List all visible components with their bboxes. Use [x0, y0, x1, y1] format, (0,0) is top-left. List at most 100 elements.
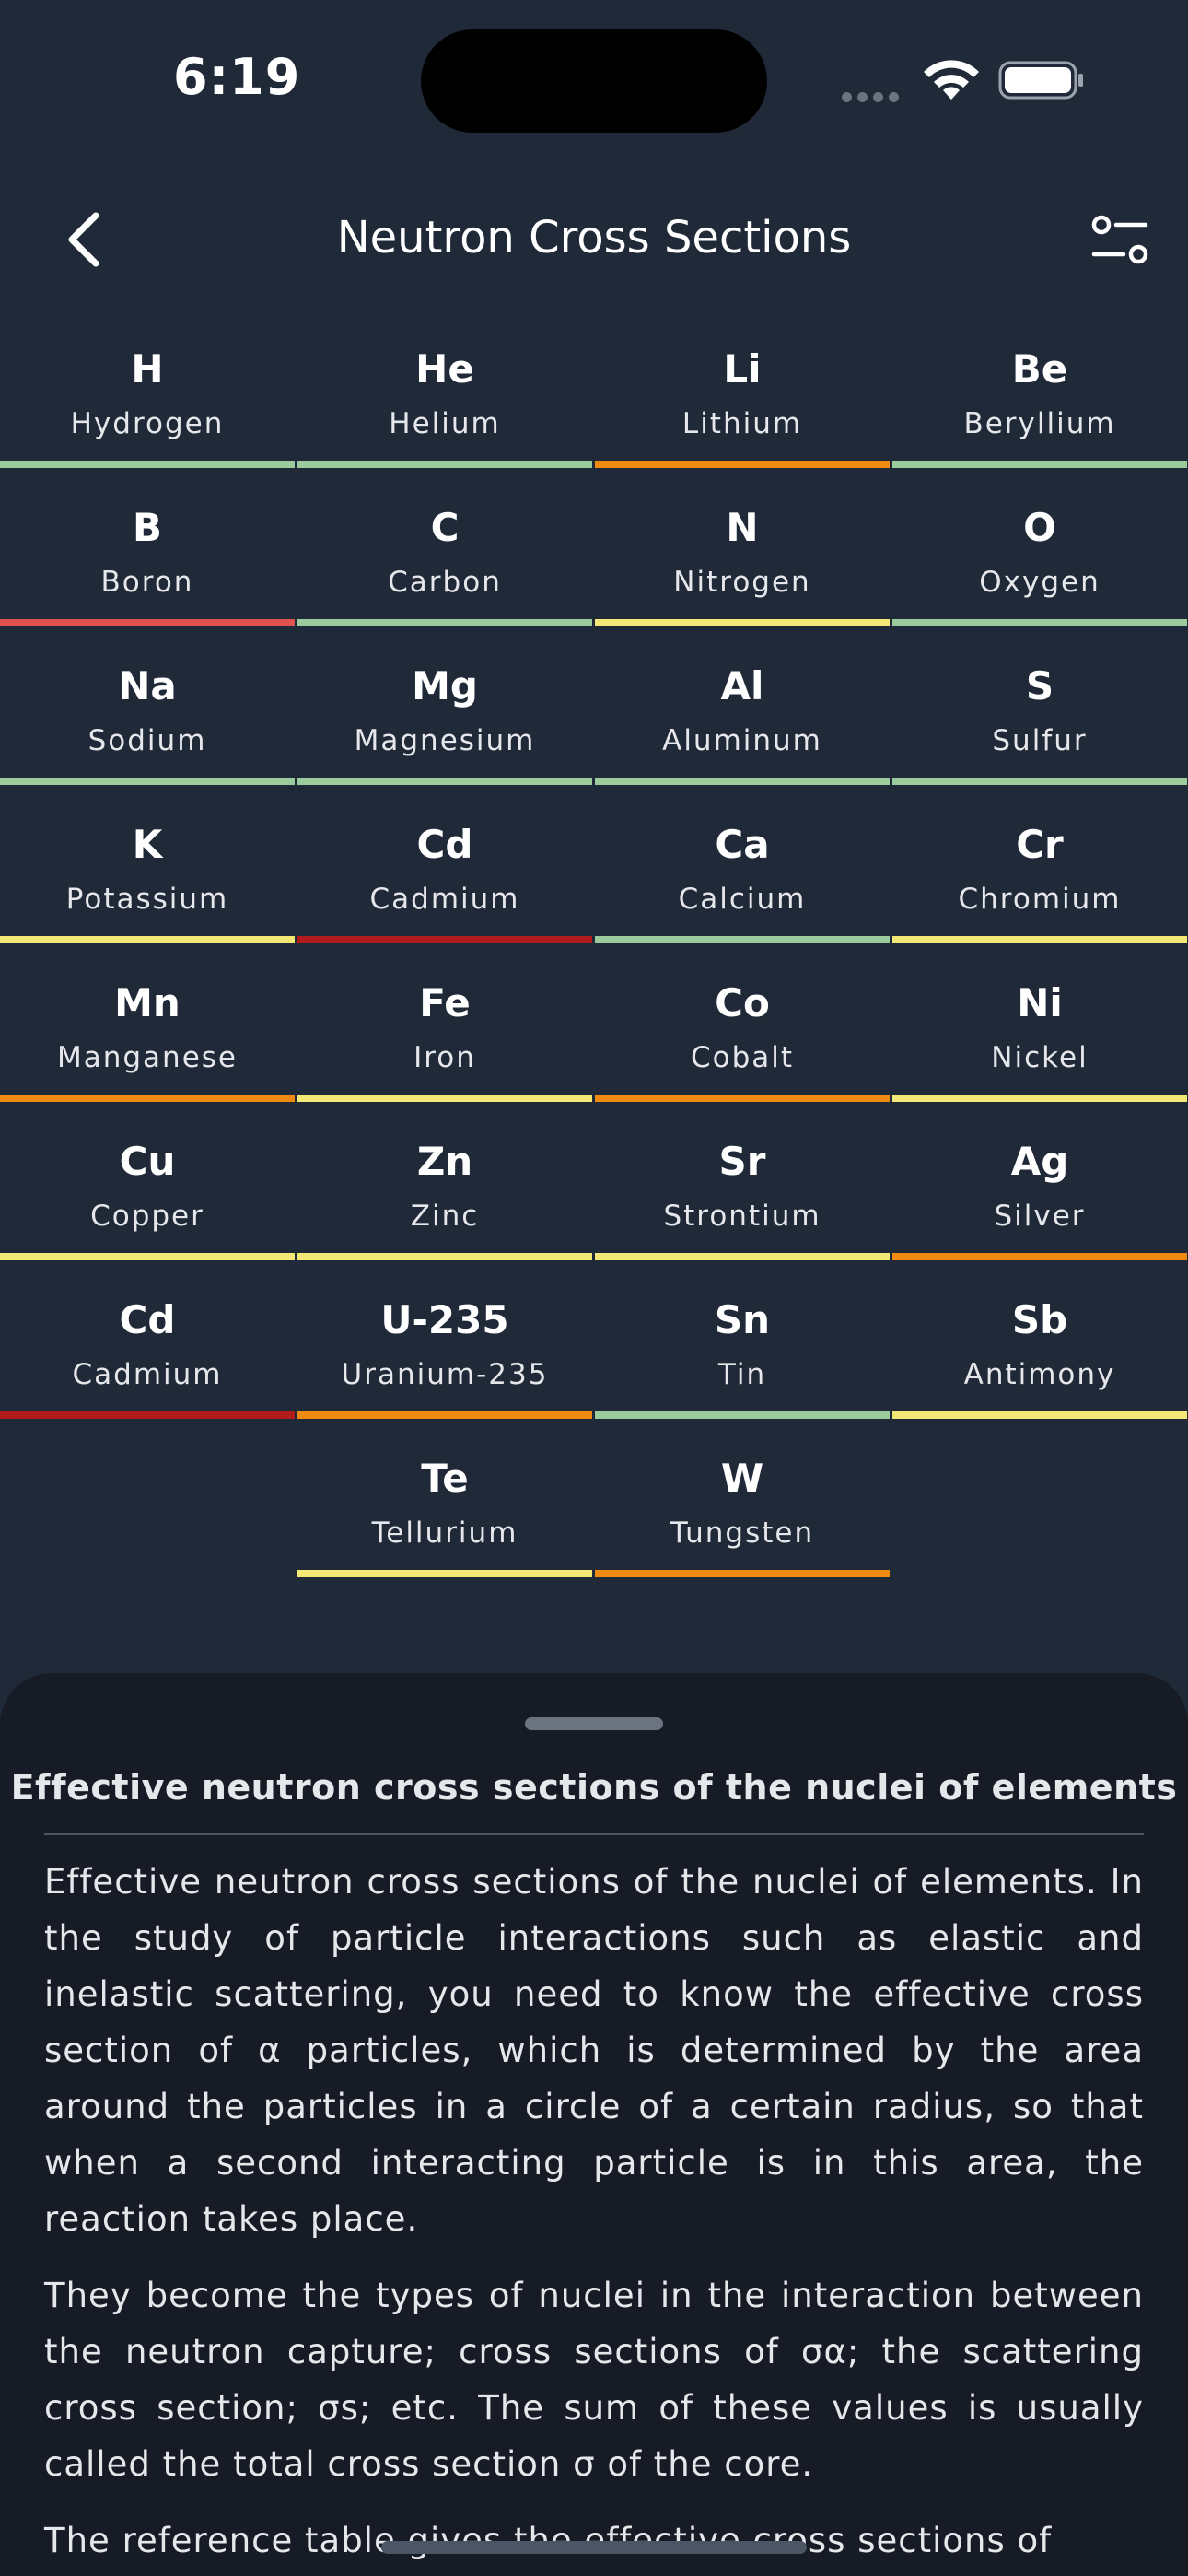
element-cell-sulfur[interactable]: S Sulfur — [892, 636, 1187, 794]
element-symbol: K — [132, 822, 163, 867]
element-cell-cadmium[interactable]: Cd Cadmium — [0, 1270, 295, 1428]
element-name: Sulfur — [992, 724, 1088, 757]
home-indicator[interactable] — [381, 2541, 807, 2554]
element-symbol: Te — [421, 1456, 469, 1501]
element-cell-helium[interactable]: He Helium — [297, 319, 592, 477]
element-cell-uranium-235[interactable]: U-235 Uranium-235 — [297, 1270, 592, 1428]
cross-section-level-bar — [0, 936, 295, 943]
element-name: Carbon — [388, 566, 502, 599]
cross-section-level-bar — [297, 1253, 592, 1260]
status-bar: 6:19 — [0, 0, 1188, 157]
cross-section-level-bar — [297, 1411, 592, 1419]
element-name: Oxygen — [979, 566, 1101, 599]
element-symbol: Ag — [1010, 1139, 1069, 1184]
element-cell-tungsten[interactable]: W Tungsten — [595, 1428, 890, 1587]
element-cell-magnesium[interactable]: Mg Magnesium — [297, 636, 592, 794]
element-name: Strontium — [663, 1200, 821, 1233]
cross-section-level-bar — [595, 1411, 890, 1419]
element-name: Hydrogen — [70, 407, 225, 440]
paragraph: They become the types of nuclei in the i… — [44, 2276, 1144, 2484]
element-cell-sodium[interactable]: Na Sodium — [0, 636, 295, 794]
element-cell-iron[interactable]: Fe Iron — [297, 953, 592, 1111]
element-name: Potassium — [65, 883, 229, 916]
element-cell-manganese[interactable]: Mn Manganese — [0, 953, 295, 1111]
element-symbol: Cr — [1016, 822, 1064, 867]
divider — [44, 1833, 1144, 1835]
element-cell-zinc[interactable]: Zn Zinc — [297, 1111, 592, 1270]
element-cell-nitrogen[interactable]: N Nitrogen — [595, 477, 890, 636]
element-symbol: He — [415, 346, 474, 392]
element-cell-beryllium[interactable]: Be Beryllium — [892, 319, 1187, 477]
element-name: Zinc — [410, 1200, 480, 1233]
element-symbol: Na — [118, 663, 177, 708]
element-cell-aluminum[interactable]: Al Aluminum — [595, 636, 890, 794]
cross-section-level-bar — [595, 936, 890, 943]
element-cell-hydrogen[interactable]: H Hydrogen — [0, 319, 295, 477]
element-symbol: Ca — [715, 822, 770, 867]
element-cell-lithium[interactable]: Li Lithium — [595, 319, 890, 477]
battery-icon — [998, 61, 1083, 100]
dynamic-island — [421, 29, 767, 133]
element-cell-nickel[interactable]: Ni Nickel — [892, 953, 1187, 1111]
element-row: Cd Cadmium U-235 Uranium-235 Sn Tin Sb Antimony — [0, 1270, 1188, 1428]
cross-section-level-bar — [0, 1411, 295, 1419]
cross-section-level-bar — [297, 619, 592, 626]
element-symbol: Ni — [1017, 980, 1063, 1025]
cross-section-level-bar — [0, 778, 295, 785]
cross-section-level-bar — [297, 461, 592, 468]
element-name: Sodium — [87, 724, 207, 757]
cross-section-level-bar — [0, 1095, 295, 1102]
cross-section-level-bar — [595, 1570, 890, 1577]
element-name: Cobalt — [690, 1041, 795, 1074]
element-cell-potassium[interactable]: K Potassium — [0, 794, 295, 953]
cross-section-level-bar — [297, 778, 592, 785]
element-symbol: C — [430, 505, 460, 550]
element-symbol: H — [131, 346, 164, 392]
cross-section-level-bar — [595, 778, 890, 785]
element-cell-silver[interactable]: Ag Silver — [892, 1111, 1187, 1270]
filter-sliders-icon — [1091, 215, 1148, 264]
element-name: Chromium — [958, 883, 1122, 916]
element-symbol: Al — [720, 663, 764, 708]
element-cell-strontium[interactable]: Sr Strontium — [595, 1111, 890, 1270]
element-cell-cobalt[interactable]: Co Cobalt — [595, 953, 890, 1111]
element-cell-tin[interactable]: Sn Tin — [595, 1270, 890, 1428]
cross-section-level-bar — [595, 619, 890, 626]
element-name: Uranium-235 — [341, 1358, 549, 1391]
element-symbol: Sn — [714, 1297, 771, 1342]
element-cell-cadmium[interactable]: Cd Cadmium — [297, 794, 592, 953]
element-name: Tin — [717, 1358, 767, 1391]
element-row: Mn Manganese Fe Iron Co Cobalt Ni Nickel — [0, 953, 1188, 1111]
element-name: Tungsten — [670, 1516, 815, 1550]
element-cell-antimony[interactable]: Sb Antimony — [892, 1270, 1187, 1428]
cross-section-level-bar — [892, 1253, 1187, 1260]
element-row: K Potassium Cd Cadmium Ca Calcium Cr Chromium — [0, 794, 1188, 953]
element-cell-oxygen[interactable]: O Oxygen — [892, 477, 1187, 636]
sheet-title: Effective neutron cross sections of the … — [10, 1767, 1178, 1808]
element-symbol: O — [1023, 505, 1056, 550]
header: Neutron Cross Sections — [0, 184, 1188, 295]
element-symbol: U-235 — [380, 1297, 509, 1342]
element-cell-chromium[interactable]: Cr Chromium — [892, 794, 1187, 953]
element-row: Te Tellurium W Tungsten — [0, 1428, 1188, 1587]
sheet-drag-handle[interactable] — [525, 1717, 663, 1730]
filter-button[interactable] — [1087, 208, 1153, 275]
element-cell-tellurium[interactable]: Te Tellurium — [297, 1428, 592, 1587]
element-name: Beryllium — [963, 407, 1116, 440]
wifi-icon — [924, 60, 979, 100]
element-symbol: Cd — [416, 822, 473, 867]
element-name: Antimony — [963, 1358, 1116, 1391]
cross-section-level-bar — [297, 1570, 592, 1577]
element-name: Aluminum — [662, 724, 822, 757]
element-cell-boron[interactable]: B Boron — [0, 477, 295, 636]
element-symbol: Zn — [416, 1139, 473, 1184]
cross-section-level-bar — [892, 461, 1187, 468]
info-bottom-sheet[interactable]: Effective neutron cross sections of the … — [0, 1673, 1188, 2576]
element-row: H Hydrogen He Helium Li Lithium Be Beryllium — [0, 319, 1188, 477]
element-cell-carbon[interactable]: C Carbon — [297, 477, 592, 636]
cross-section-level-bar — [595, 461, 890, 468]
element-cell-calcium[interactable]: Ca Calcium — [595, 794, 890, 953]
element-cell-copper[interactable]: Cu Copper — [0, 1111, 295, 1270]
element-symbol: S — [1025, 663, 1054, 708]
element-name: Helium — [389, 407, 501, 440]
